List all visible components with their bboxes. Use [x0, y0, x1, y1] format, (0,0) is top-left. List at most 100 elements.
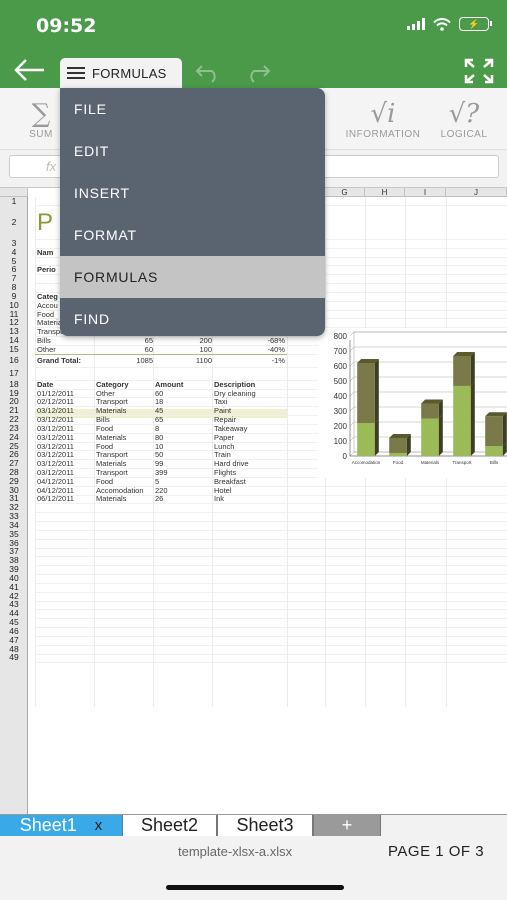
- detail-cell[interactable]: Materials: [96, 406, 126, 415]
- detail-cell[interactable]: Bills: [96, 415, 110, 424]
- summary-value-cell[interactable]: 200: [160, 336, 212, 345]
- detail-cell[interactable]: Takeaway: [214, 424, 247, 433]
- menu-item-file[interactable]: FILE: [60, 88, 325, 130]
- detail-cell[interactable]: 03/12/2011: [37, 442, 74, 451]
- cell[interactable]: Food: [37, 310, 54, 319]
- detail-cell[interactable]: 03/12/2011: [37, 450, 74, 459]
- summary-category-cell[interactable]: Other: [37, 345, 56, 354]
- summary-value-cell[interactable]: -40%: [220, 345, 285, 354]
- detail-cell[interactable]: 220: [155, 486, 168, 495]
- summary-category-cell[interactable]: Bills: [37, 336, 51, 345]
- cell[interactable]: Accou: [37, 301, 58, 310]
- detail-cell[interactable]: 03/12/2011: [37, 468, 74, 477]
- detail-cell[interactable]: 03/12/2011: [37, 415, 74, 424]
- sheet-tab-3[interactable]: Sheet3: [217, 815, 313, 837]
- menu-item-insert[interactable]: INSERT: [60, 172, 325, 214]
- detail-cell[interactable]: Transport: [96, 397, 128, 406]
- detail-cell[interactable]: 65: [155, 415, 163, 424]
- period-label-cell[interactable]: Perio: [37, 265, 56, 274]
- detail-cell[interactable]: 02/12/2011: [37, 397, 74, 406]
- menu-item-format[interactable]: FORMAT: [60, 214, 325, 256]
- detail-cell[interactable]: 5: [155, 477, 159, 486]
- detail-cell[interactable]: Food: [96, 442, 113, 451]
- detail-cell[interactable]: Lunch: [214, 442, 234, 451]
- detail-cell[interactable]: 80: [155, 433, 163, 442]
- column-header-j[interactable]: J: [446, 188, 507, 197]
- detail-cell[interactable]: Materials: [96, 459, 126, 468]
- detail-cell[interactable]: 03/12/2011: [37, 459, 74, 468]
- summary-value-cell[interactable]: 60: [100, 345, 153, 354]
- summary-value-cell[interactable]: 100: [160, 345, 212, 354]
- category-label-cell[interactable]: Categ: [37, 292, 58, 301]
- undo-icon[interactable]: [194, 62, 222, 84]
- sheet-tab-1[interactable]: Sheet1 x: [0, 815, 122, 837]
- grand-total-cell[interactable]: 1085: [100, 356, 153, 365]
- sheet-title-cell[interactable]: P: [37, 211, 53, 235]
- summary-value-cell[interactable]: -68%: [220, 336, 285, 345]
- detail-header-cell[interactable]: Description: [214, 380, 255, 389]
- row-header[interactable]: 15: [0, 344, 28, 354]
- detail-cell[interactable]: 50: [155, 450, 163, 459]
- detail-cell[interactable]: 10: [155, 442, 163, 451]
- detail-cell[interactable]: 04/12/2011: [37, 486, 74, 495]
- detail-cell[interactable]: Hard drive: [214, 459, 249, 468]
- detail-cell[interactable]: Other: [96, 389, 115, 398]
- detail-cell[interactable]: Train: [214, 450, 231, 459]
- detail-cell[interactable]: 60: [155, 389, 163, 398]
- detail-cell[interactable]: Materials: [96, 494, 126, 503]
- detail-cell[interactable]: 01/12/2011: [37, 389, 74, 398]
- close-tab-icon[interactable]: x: [95, 817, 103, 834]
- grand-total-cell[interactable]: -1%: [220, 356, 285, 365]
- row-header[interactable]: 16: [0, 355, 28, 365]
- column-header-g[interactable]: G: [325, 188, 365, 197]
- menu-item-formulas[interactable]: FORMULAS: [60, 256, 325, 298]
- detail-cell[interactable]: 18: [155, 397, 163, 406]
- row-header[interactable]: 1: [0, 196, 28, 206]
- menu-item-edit[interactable]: EDIT: [60, 130, 325, 172]
- menu-item-find[interactable]: FIND: [60, 298, 325, 336]
- detail-header-cell[interactable]: Amount: [155, 380, 183, 389]
- name-label-cell[interactable]: Nam: [37, 248, 53, 257]
- detail-cell[interactable]: 26: [155, 494, 163, 503]
- row-header[interactable]: 2: [0, 217, 28, 227]
- detail-cell[interactable]: Flights: [214, 468, 236, 477]
- detail-cell[interactable]: Taxi: [214, 397, 227, 406]
- detail-cell[interactable]: 399: [155, 468, 168, 477]
- detail-cell[interactable]: 99: [155, 459, 163, 468]
- redo-icon[interactable]: [244, 62, 272, 84]
- sum-button[interactable]: ∑ SUM: [20, 88, 62, 150]
- menu-button[interactable]: FORMULAS: [60, 58, 182, 88]
- column-header-i[interactable]: I: [405, 188, 446, 197]
- detail-cell[interactable]: Paint: [214, 406, 231, 415]
- detail-cell[interactable]: 03/12/2011: [37, 424, 74, 433]
- detail-cell[interactable]: 03/12/2011: [37, 406, 74, 415]
- logical-button[interactable]: √? LOGICAL: [436, 88, 492, 150]
- detail-cell[interactable]: 8: [155, 424, 159, 433]
- detail-cell[interactable]: Transport: [96, 468, 128, 477]
- detail-cell[interactable]: Repair: [214, 415, 236, 424]
- back-arrow-icon[interactable]: [12, 56, 46, 84]
- detail-cell[interactable]: 03/12/2011: [37, 433, 74, 442]
- sheet-tab-2[interactable]: Sheet2: [122, 815, 217, 837]
- detail-cell[interactable]: Food: [96, 477, 113, 486]
- detail-cell[interactable]: 06/12/2011: [37, 494, 74, 503]
- detail-cell[interactable]: 04/12/2011: [37, 477, 74, 486]
- detail-cell[interactable]: Dry cleaning: [214, 389, 256, 398]
- detail-cell[interactable]: Breakfast: [214, 477, 246, 486]
- detail-cell[interactable]: Hotel: [214, 486, 232, 495]
- detail-cell[interactable]: Ink: [214, 494, 224, 503]
- detail-header-cell[interactable]: Category: [96, 380, 129, 389]
- row-header[interactable]: 49: [0, 653, 28, 662]
- detail-cell[interactable]: Materials: [96, 433, 126, 442]
- detail-cell[interactable]: 45: [155, 406, 163, 415]
- row-header[interactable]: 17: [0, 368, 28, 378]
- detail-header-cell[interactable]: Date: [37, 380, 53, 389]
- detail-cell[interactable]: Transport: [96, 450, 128, 459]
- fullscreen-icon[interactable]: [464, 58, 494, 84]
- detail-cell[interactable]: Food: [96, 424, 113, 433]
- grand-total-label[interactable]: Grand Total:: [37, 356, 81, 365]
- add-sheet-button[interactable]: +: [313, 815, 381, 837]
- detail-cell[interactable]: Accomodation: [96, 486, 144, 495]
- detail-cell[interactable]: Paper: [214, 433, 234, 442]
- information-button[interactable]: √i INFORMATION: [340, 88, 426, 150]
